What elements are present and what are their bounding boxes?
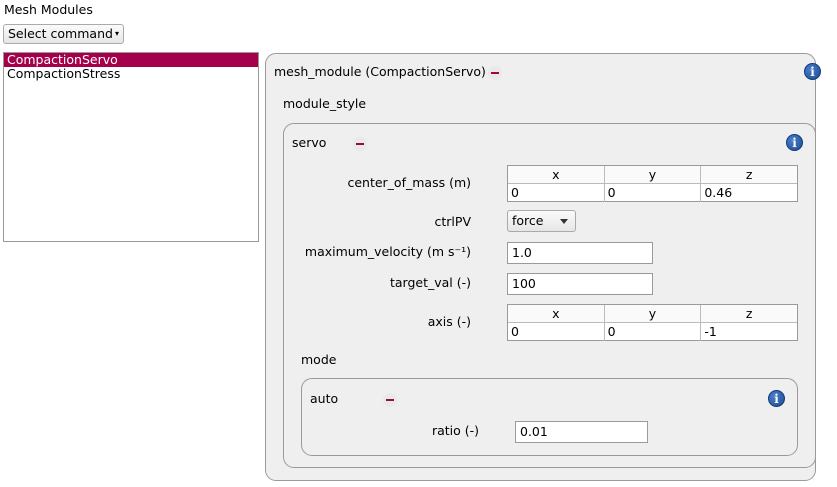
mesh-module-title: mesh_module (CompactionServo): [274, 64, 486, 79]
column-header: x: [508, 305, 605, 323]
ctrlpv-value: force: [512, 213, 544, 228]
collapse-mesh-module-button[interactable]: [488, 65, 502, 80]
column-header: y: [604, 305, 702, 323]
ctrlpv-select[interactable]: force: [507, 210, 576, 232]
target-val-label: target_val (-): [389, 275, 471, 290]
info-icon[interactable]: i: [804, 63, 821, 80]
select-command-label: Select command: [8, 26, 113, 41]
axis-x-input[interactable]: 0: [508, 323, 605, 341]
module-style-label: module_style: [283, 96, 367, 111]
ctrlpv-label: ctrlPV: [434, 214, 471, 229]
servo-title: servo: [292, 135, 327, 150]
column-header: y: [604, 166, 702, 184]
axis-z-input[interactable]: -1: [701, 323, 797, 341]
center-of-mass-x-input[interactable]: 0: [508, 184, 605, 202]
select-command-button[interactable]: Select command ▾: [3, 24, 124, 44]
center-of-mass-table: x y z 0 0 0.46: [507, 165, 798, 202]
auto-title: auto: [310, 391, 339, 406]
info-icon[interactable]: i: [786, 134, 803, 151]
collapse-servo-button[interactable]: [352, 136, 367, 151]
center-of-mass-z-input[interactable]: 0.46: [701, 184, 797, 202]
target-val-input[interactable]: 100: [507, 273, 653, 295]
collapse-auto-button[interactable]: [382, 392, 397, 407]
axis-table: x y z 0 0 -1: [507, 304, 798, 341]
center-of-mass-y-input[interactable]: 0: [605, 184, 702, 202]
axis-y-input[interactable]: 0: [605, 323, 702, 341]
maximum-velocity-input[interactable]: 1.0: [507, 242, 653, 264]
column-header: z: [701, 305, 798, 323]
center-of-mass-label: center_of_mass (m): [347, 175, 471, 190]
list-item[interactable]: CompactionServo: [4, 53, 258, 67]
page-title: Mesh Modules: [4, 2, 93, 17]
column-header: z: [701, 166, 798, 184]
chevron-down-icon: [560, 219, 568, 224]
ratio-input[interactable]: 0.01: [515, 421, 648, 443]
auto-group: [301, 378, 798, 456]
chevron-down-icon: ▾: [114, 29, 119, 38]
column-header: x: [508, 166, 605, 184]
axis-label: axis (-): [427, 314, 471, 329]
maximum-velocity-label: maximum_velocity (m s⁻¹): [304, 244, 471, 259]
ratio-label: ratio (-): [431, 423, 479, 438]
mode-label: mode: [301, 352, 337, 367]
info-icon[interactable]: i: [768, 390, 785, 407]
module-list[interactable]: CompactionServo CompactionStress: [3, 52, 259, 242]
list-item[interactable]: CompactionStress: [4, 67, 258, 81]
